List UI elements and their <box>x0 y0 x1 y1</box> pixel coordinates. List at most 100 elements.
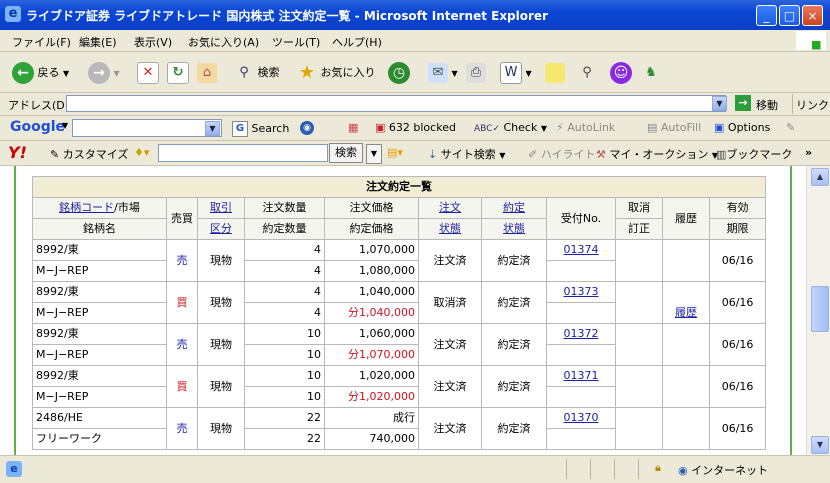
search-button[interactable]: ⚲ 検索 <box>234 61 279 85</box>
options-button[interactable]: ▣ Options <box>714 121 770 134</box>
receipt-link[interactable]: 01372 <box>564 327 599 340</box>
autolink-button[interactable]: ⚡ AutoLink <box>556 121 615 134</box>
google-search-dropdown[interactable]: ▼ <box>205 121 220 136</box>
receipt-cell: 01374 <box>546 239 616 261</box>
pencil-icon[interactable]: ✎ <box>786 121 795 134</box>
news-icon: ▦ <box>348 121 359 134</box>
google-logo[interactable]: Google <box>10 119 65 135</box>
header-price: 注文価格 <box>324 197 419 219</box>
research-button[interactable]: ⚲ <box>577 61 597 85</box>
customize-button[interactable]: ✎ カスタマイズ <box>50 146 128 162</box>
notes-button[interactable] <box>545 61 565 85</box>
chevron-down-icon[interactable]: ▼ <box>62 121 68 130</box>
vertical-scrollbar[interactable]: ▲ ▼ <box>806 166 830 455</box>
menu-edit[interactable]: 編集(E) <box>79 34 117 50</box>
cancel-cell <box>615 281 663 324</box>
bell-icon[interactable]: ♦▾ <box>134 146 149 159</box>
spellcheck-button[interactable]: ABC✓ Check ▼ <box>474 121 547 134</box>
ie-icon[interactable]: e <box>5 6 21 22</box>
stock-name: M−J−REP <box>32 302 167 324</box>
scroll-down-arrow[interactable]: ▼ <box>811 436 829 454</box>
fill-status-sort-link-1[interactable]: 約定 <box>503 201 525 214</box>
back-button[interactable]: ← 戻る ▼ <box>12 61 69 85</box>
header-type: 取引 <box>197 197 245 219</box>
menu-tools[interactable]: ツール(T) <box>272 34 320 50</box>
side-cell: 売 <box>166 407 198 450</box>
my-auction-button[interactable]: ⚒ マイ・オークション ▼ <box>596 146 718 162</box>
header-fill-price: 約定価格 <box>324 218 419 240</box>
highlight-button[interactable]: ✐ ハイライト <box>528 146 596 162</box>
mail-button[interactable]: ✉ ▼ <box>428 61 458 85</box>
favorites-button[interactable]: ★ お気に入り <box>297 61 376 85</box>
header-fill-status: 約定 <box>481 197 547 219</box>
autofill-button[interactable]: ▤ AutoFill <box>647 121 701 134</box>
scroll-up-arrow[interactable]: ▲ <box>811 168 829 186</box>
menu-help[interactable]: ヘルプ(H) <box>332 34 382 50</box>
google-search-input[interactable] <box>72 119 222 137</box>
order-status: 注文済 <box>418 407 482 450</box>
site-search-button[interactable]: ⇣ サイト検索 ▼ <box>428 146 505 162</box>
fill-status: 約定済 <box>481 281 547 324</box>
stock-name: M−J−REP <box>32 344 167 366</box>
refresh-button[interactable]: ↻ <box>167 61 189 85</box>
receipt-link[interactable]: 01370 <box>564 411 599 424</box>
order-status-sort-link-1[interactable]: 注文 <box>439 201 461 214</box>
address-input[interactable] <box>66 95 726 112</box>
news-button[interactable]: ▦ <box>348 121 358 134</box>
printer-icon: ⎙ <box>466 63 486 83</box>
scroll-thumb[interactable] <box>811 286 829 332</box>
order-qty: 4 <box>244 239 325 261</box>
menu-file[interactable]: ファイル(F) <box>12 34 71 50</box>
chevron-down-icon: ▼ <box>540 124 547 133</box>
menu-view[interactable]: 表示(V) <box>134 34 172 50</box>
window-title: ライブドア証券 ライブドアトレード 国内株式 注文約定一覧 - Microsof… <box>26 9 548 23</box>
yahoo-messenger-button[interactable]: ☺ <box>610 61 632 85</box>
home-button[interactable]: ⌂ <box>197 61 217 85</box>
fill-status-sort-link-2[interactable]: 状態 <box>503 222 525 235</box>
history-link[interactable]: 履歴 <box>675 306 697 319</box>
order-status-sort-link-2[interactable]: 状態 <box>439 222 461 235</box>
close-button[interactable]: × <box>802 5 823 26</box>
maximize-button[interactable]: □ <box>779 5 800 26</box>
code-sort-link[interactable]: 銘柄コード <box>59 201 114 214</box>
order-price: 1,020,000 <box>324 365 419 387</box>
print-button[interactable]: ⎙ <box>466 61 486 85</box>
more-chevron-icon[interactable]: » <box>805 146 812 159</box>
page-content: 注文約定一覧 銘柄コード/市場 売買 取引 注文数量 注文価格 注文 約定 受付… <box>0 166 806 455</box>
stop-button[interactable]: ✕ <box>137 61 159 85</box>
type-sort-link-2[interactable]: 区分 <box>210 222 232 235</box>
receipt-link[interactable]: 01374 <box>564 243 599 256</box>
minimize-button[interactable]: _ <box>756 5 777 26</box>
menu-favorites[interactable]: お気に入り(A) <box>188 34 259 50</box>
expiry-cell: 06/16 <box>708 323 767 366</box>
go-arrow-icon[interactable]: → <box>735 95 751 111</box>
forward-button[interactable]: → ▼ <box>88 61 120 85</box>
address-dropdown[interactable]: ▼ <box>712 96 727 111</box>
chevron-down-icon: ▼ <box>499 151 506 160</box>
edit-button[interactable]: W ▼ <box>500 61 532 85</box>
receipt-link[interactable]: 01371 <box>564 369 599 382</box>
yahoo-search-input[interactable] <box>158 144 328 162</box>
type-sort-link-1[interactable]: 取引 <box>210 201 232 214</box>
check-label: Check <box>503 121 538 134</box>
fill-price: 1,080,000 <box>324 260 419 282</box>
bookmark-button[interactable]: ▥ブックマーク <box>716 146 792 162</box>
receipt-blank <box>546 344 616 366</box>
page-info-button[interactable]: ◉ <box>300 121 314 135</box>
header-code-market: 銘柄コード/市場 <box>32 197 167 219</box>
yahoo-logo[interactable]: Y! <box>8 143 27 162</box>
links-label[interactable]: リンク <box>796 97 829 113</box>
abc-check-icon: ABC✓ <box>474 124 500 134</box>
yahoo-search-button[interactable]: 検索 <box>329 143 363 163</box>
receipt-blank <box>546 302 616 324</box>
google-search-button[interactable]: G Search <box>232 121 289 137</box>
history-button[interactable]: ◷ <box>388 61 410 85</box>
stock-name: M−J−REP <box>32 386 167 408</box>
go-button[interactable]: 移動 <box>756 97 778 113</box>
msn-messenger-button[interactable]: ♞ <box>641 61 661 85</box>
search-dropdown[interactable]: ▼ <box>366 144 382 164</box>
popup-blocker[interactable]: ▣ 632 blocked <box>375 121 456 134</box>
receipt-cell: 01372 <box>546 323 616 345</box>
search-options-icon[interactable]: ▤▾ <box>387 146 403 159</box>
receipt-link[interactable]: 01373 <box>564 285 599 298</box>
